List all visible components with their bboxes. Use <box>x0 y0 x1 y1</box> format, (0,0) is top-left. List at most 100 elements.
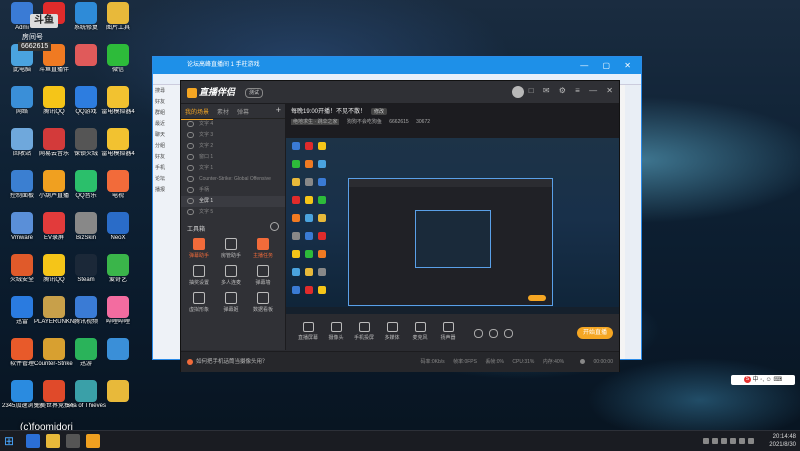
visibility-eye-icon[interactable] <box>187 208 194 215</box>
taskbar-app-icon[interactable] <box>66 434 80 448</box>
tool-icon <box>193 292 205 304</box>
add-scene-icon[interactable]: + <box>272 104 285 116</box>
app-titlebar[interactable]: 直播伴侣 测试 □ ✉ ⚙ ≡ — ✕ <box>181 81 619 104</box>
tray-icon[interactable] <box>748 438 754 444</box>
scene-item[interactable]: Counter-Strike: Global Offensive <box>181 174 285 185</box>
background-window-titlebar[interactable]: 论坛高峰直播间 1 手柱游戏 — ▢ ✕ <box>153 57 641 74</box>
background-window-item[interactable]: 分組 <box>153 140 181 151</box>
desktop-icon-image <box>11 212 33 234</box>
settings-gear-icon[interactable] <box>504 329 513 338</box>
source-control-button[interactable]: 手机投屏 <box>352 322 376 341</box>
scene-item[interactable]: 文字 1 <box>181 163 285 174</box>
desktop-icon-image <box>107 86 129 108</box>
scene-item[interactable]: 文字 2 <box>181 141 285 152</box>
source-control-label: 摄像头 <box>328 335 344 341</box>
background-window-item[interactable]: 好友 <box>153 96 181 107</box>
scene-item[interactable]: 窗口 1 <box>181 152 285 163</box>
window-controls[interactable]: — ▢ ✕ <box>580 57 637 74</box>
visibility-eye-icon[interactable] <box>187 131 194 138</box>
taskbar-app-icon[interactable] <box>86 434 100 448</box>
tool-button[interactable]: 主播任务 <box>247 238 279 259</box>
desktop-icon[interactable]: 微信 <box>98 44 138 74</box>
tool-button[interactable]: 抽奖设置 <box>183 265 215 286</box>
clock[interactable]: 20:14:48 2021/8/30 <box>769 433 796 449</box>
desktop-icon-label: 电视 <box>111 193 124 199</box>
sidebar-tab[interactable]: 弹幕 <box>233 104 253 119</box>
source-control-button[interactable]: 麦克风 <box>408 322 432 341</box>
visibility-eye-icon[interactable] <box>187 153 194 160</box>
taskbar-app-icon[interactable] <box>46 434 60 448</box>
close-icon[interactable]: ✕ <box>606 86 613 95</box>
desktop-icon[interactable]: NeoX <box>98 212 138 242</box>
source-control-button[interactable]: 扬声器 <box>436 322 460 341</box>
source-control-button[interactable]: 摄像头 <box>324 322 348 341</box>
sidebar-tab[interactable]: 我的场景 <box>181 104 214 120</box>
toolbox-settings-icon[interactable] <box>270 222 279 231</box>
background-window-item[interactable]: 好友 <box>153 151 181 162</box>
background-window-item[interactable]: 最近 <box>153 118 181 129</box>
visibility-eye-icon[interactable] <box>187 175 194 182</box>
tray-icon[interactable] <box>703 438 709 444</box>
start-button[interactable]: ⊞ <box>4 434 14 448</box>
tool-button[interactable]: 弹幕墙 <box>247 265 279 286</box>
preview-desktop-icon <box>292 232 300 240</box>
tool-button[interactable]: 多人连麦 <box>215 265 247 286</box>
visibility-eye-icon[interactable] <box>187 164 194 171</box>
background-window-item[interactable]: 搜尋 <box>153 85 181 96</box>
desktop-icon-label: 斗鱼直播伴 <box>38 67 69 73</box>
taskbar-app-icon[interactable] <box>26 434 40 448</box>
streaming-app-window[interactable]: 直播伴侣 测试 □ ✉ ⚙ ≡ — ✕ 我的场景 素材 弹幕 + 文字 4 文字 3 文字… <box>180 80 620 372</box>
notification-icon[interactable]: □ <box>529 86 534 95</box>
desktop-icon[interactable]: 雷电模拟器4 <box>98 128 138 158</box>
background-window-item[interactable]: 论坛 <box>153 173 181 184</box>
source-control-button[interactable]: 多媒体 <box>380 322 404 341</box>
desktop-icon[interactable] <box>98 338 138 361</box>
help-tip[interactable]: 如何把手机话筒当摄像头用？ <box>187 357 268 365</box>
desktop-icon[interactable]: 雷电模拟器4 <box>98 86 138 116</box>
edit-title-button[interactable]: 修改 <box>371 108 388 115</box>
tray-icon[interactable] <box>739 438 745 444</box>
visibility-eye-icon[interactable] <box>187 142 194 149</box>
preview-desktop-icon <box>305 268 313 276</box>
nested-preview-window <box>348 178 553 306</box>
visibility-eye-icon[interactable] <box>187 197 194 204</box>
start-live-button[interactable]: 开始直播 <box>577 327 613 339</box>
settings-icon[interactable]: ⚙ <box>559 86 566 95</box>
sidebar-tab[interactable]: 素材 <box>213 104 233 119</box>
eye-icon[interactable] <box>489 329 498 338</box>
scene-item[interactable]: 全屏 1 <box>181 196 285 207</box>
record-icon[interactable] <box>474 329 483 338</box>
mail-icon[interactable]: ✉ <box>543 86 550 95</box>
tray-icon[interactable] <box>712 438 718 444</box>
menu-icon[interactable]: ≡ <box>575 86 580 95</box>
scene-item[interactable]: 手柄 <box>181 185 285 196</box>
scene-item[interactable]: 文字 4 <box>181 119 285 130</box>
scene-item[interactable]: 文字 3 <box>181 130 285 141</box>
source-control-button[interactable]: 直播屏幕 <box>296 322 320 341</box>
desktop-icon[interactable]: 图片工具 <box>98 2 138 32</box>
tool-button[interactable]: 房管助手 <box>215 238 247 259</box>
visibility-eye-icon[interactable] <box>187 120 194 127</box>
tool-button[interactable]: 弹幕助手 <box>183 238 215 259</box>
tool-button[interactable]: 弹幕姬 <box>215 292 247 313</box>
system-tray[interactable] <box>700 437 754 446</box>
visibility-eye-icon[interactable] <box>187 186 194 193</box>
room-category[interactable]: 绝地求生 · 跳伞之家 <box>291 119 340 125</box>
input-method-bar[interactable]: S 中 ◦, ☺ ⌨ <box>731 375 795 385</box>
desktop-icon[interactable]: 电视 <box>98 170 138 200</box>
tray-icon[interactable] <box>730 438 736 444</box>
background-window-item[interactable]: 手机 <box>153 162 181 173</box>
scene-item[interactable]: 文字 5 <box>181 207 285 218</box>
tool-button[interactable]: 虚拟形象 <box>183 292 215 313</box>
minimize-icon[interactable]: — <box>589 86 597 95</box>
desktop-icon[interactable]: 爱奇艺 <box>98 254 138 284</box>
background-window-sidebar: 搜尋 好友 群組 最近 聊天 分組 好友 手机 论坛 播报 <box>153 85 181 359</box>
tray-icon[interactable] <box>721 438 727 444</box>
background-window-item[interactable]: 聊天 <box>153 129 181 140</box>
desktop-icon-label: 哔哩哔哩 <box>105 319 130 325</box>
background-window-item[interactable]: 群組 <box>153 107 181 118</box>
background-window-item[interactable]: 播报 <box>153 184 181 195</box>
tool-button[interactable]: 数据看板 <box>247 292 279 313</box>
desktop-icon[interactable]: 哔哩哔哩 <box>98 296 138 326</box>
desktop-icon[interactable] <box>98 380 138 403</box>
